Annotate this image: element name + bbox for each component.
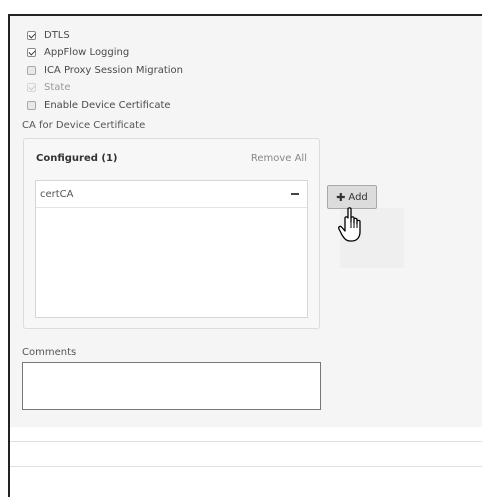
enable-device-certificate-label: Enable Device Certificate [44, 100, 171, 111]
plus-icon: ✚ [336, 190, 346, 204]
enable-device-certificate-checkbox-row[interactable]: Enable Device Certificate [27, 99, 171, 112]
dtls-checkbox[interactable] [27, 31, 36, 40]
configured-ca-list: certCA [35, 180, 308, 318]
ica-proxy-session-migration-checkbox[interactable] [27, 66, 36, 75]
minus-icon[interactable] [291, 193, 299, 195]
remove-all-link[interactable]: Remove All [251, 153, 307, 164]
comments-field[interactable] [22, 362, 321, 410]
comments-label: Comments [22, 347, 77, 358]
list-item-label: certCA [40, 189, 74, 200]
appflow-logging-checkbox-row[interactable]: AppFlow Logging [27, 46, 129, 59]
add-button-label: Add [348, 191, 368, 203]
dtls-checkbox-row[interactable]: DTLS [27, 29, 70, 42]
state-checkbox [27, 83, 36, 92]
divider [10, 466, 482, 467]
configured-title: Configured (1) [36, 153, 118, 164]
ca-device-certificate-label: CA for Device Certificate [22, 120, 146, 131]
appflow-logging-checkbox[interactable] [27, 48, 36, 57]
configured-ca-panel: Configured (1) Remove All certCA [23, 138, 320, 329]
state-checkbox-row: State [27, 81, 70, 94]
ica-proxy-session-migration-checkbox-row[interactable]: ICA Proxy Session Migration [27, 64, 183, 77]
hand-pointer-icon [338, 207, 361, 242]
enable-device-certificate-checkbox[interactable] [27, 101, 36, 110]
list-item[interactable]: certCA [36, 181, 307, 208]
ica-proxy-session-migration-label: ICA Proxy Session Migration [44, 65, 184, 76]
dtls-label: DTLS [44, 30, 70, 41]
state-label: State [44, 82, 71, 93]
footer-area [10, 427, 482, 497]
appflow-logging-label: AppFlow Logging [44, 47, 130, 58]
divider [10, 441, 482, 442]
